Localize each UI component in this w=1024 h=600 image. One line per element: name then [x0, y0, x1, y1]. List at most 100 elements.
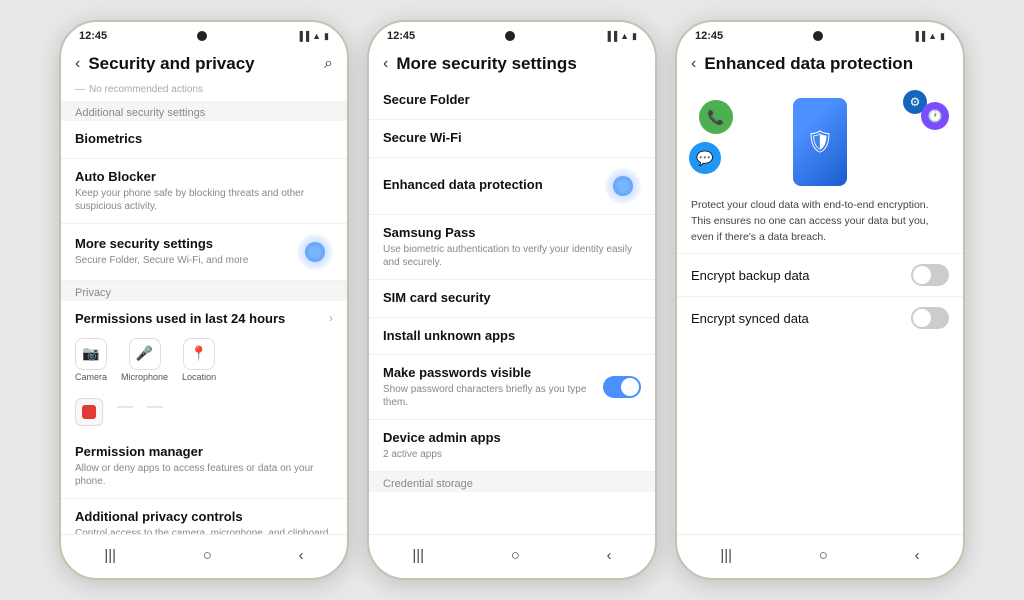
phone-3: 12:45 ▐▐ ▲ ▮ ‹ Enhanced data protection … — [675, 20, 965, 580]
phone-2: 12:45 ▐▐ ▲ ▮ ‹ More security settings Se… — [367, 20, 657, 580]
install-unknown-item[interactable]: Install unknown apps — [369, 318, 655, 356]
auto-blocker-item[interactable]: Auto Blocker Keep your phone safe by blo… — [61, 159, 347, 224]
page-title: Enhanced data protection — [704, 54, 949, 74]
passwords-visible-sub: Show password characters briefly as you … — [383, 383, 603, 409]
encrypt-backup-label: Encrypt backup data — [691, 268, 810, 283]
device-admin-title: Device admin apps — [383, 430, 641, 447]
mic-icon: 🎤 — [129, 338, 161, 370]
phone-2-header: ‹ More security settings — [369, 44, 655, 82]
perm-count-red — [75, 398, 103, 426]
encrypt-synced-toggle[interactable] — [911, 307, 949, 329]
samsung-pass-sub: Use biometric authentication to verify y… — [383, 243, 641, 269]
wifi-icon: ▲ — [928, 31, 937, 41]
phone-2-screen: ‹ More security settings Secure Folder S… — [369, 44, 655, 534]
wifi-icon: ▲ — [620, 31, 629, 41]
description-text: Protect your cloud data with end-to-end … — [677, 194, 963, 253]
device-admin-item[interactable]: Device admin apps 2 active apps — [369, 420, 655, 472]
perm-manager-sub: Allow or deny apps to access features or… — [75, 462, 333, 488]
auto-blocker-sub: Keep your phone safe by blocking threats… — [75, 187, 333, 213]
auto-blocker-title: Auto Blocker — [75, 169, 333, 186]
phone-2-time: 12:45 — [387, 30, 415, 42]
back-button[interactable]: ‹ — [75, 55, 80, 73]
secure-folder-item[interactable]: Secure Folder — [369, 82, 655, 120]
permission-manager-item[interactable]: Permission manager Allow or deny apps to… — [61, 434, 347, 499]
section-additional-security: Additional security settings — [61, 101, 347, 121]
location-label: Location — [182, 372, 216, 382]
phone-illustration: 🛡 — [793, 98, 847, 186]
perm-location-item: 📍 Location — [182, 338, 216, 382]
phone-1-time: 12:45 — [79, 30, 107, 42]
phone-1-bottom-nav: ||| ○ ‹ — [61, 534, 347, 578]
phone-2-notch — [505, 31, 515, 41]
camera-label: Camera — [75, 372, 107, 382]
phone-1: 12:45 ▐▐ ▲ ▮ ‹ Security and privacy ⌕ — … — [59, 20, 349, 580]
nav-home-button[interactable]: ○ — [807, 543, 840, 568]
back-button[interactable]: ‹ — [383, 55, 388, 73]
phone-3-bottom-nav: ||| ○ ‹ — [677, 534, 963, 578]
phone-3-status-icons: ▐▐ ▲ ▮ — [912, 31, 945, 42]
clock-bubble: 🕐 — [921, 102, 949, 130]
toggle-knob — [621, 378, 639, 396]
nav-back-button[interactable]: ‹ — [903, 543, 932, 568]
perm-mic-item: 🎤 Microphone — [121, 338, 168, 382]
permissions-header[interactable]: Permissions used in last 24 hours › — [61, 301, 347, 330]
perm-manager-title: Permission manager — [75, 444, 333, 461]
phone-2-bottom-nav: ||| ○ ‹ — [369, 534, 655, 578]
secure-wifi-title: Secure Wi-Fi — [383, 130, 641, 147]
shield-icon: 🛡 — [806, 129, 834, 155]
section-privacy: Privacy — [61, 281, 347, 301]
search-icon[interactable]: ⌕ — [324, 55, 333, 73]
encrypt-synced-row[interactable]: Encrypt synced data — [677, 296, 963, 339]
more-security-title: More security settings — [75, 236, 297, 253]
mic-label: Microphone — [121, 372, 168, 382]
encrypt-backup-row[interactable]: Encrypt backup data — [677, 253, 963, 296]
perm-icons-row: 📷 Camera 🎤 Microphone 📍 Location — [61, 330, 347, 390]
nav-lines-button[interactable]: ||| — [92, 543, 128, 568]
perm-camera-item: 📷 Camera — [75, 338, 107, 382]
nav-home-button[interactable]: ○ — [499, 543, 532, 568]
signal-icon: ▐▐ — [296, 31, 309, 41]
toggle-knob — [913, 266, 931, 284]
back-button[interactable]: ‹ — [691, 55, 696, 73]
red-dot — [82, 405, 96, 419]
page-title: More security settings — [396, 54, 641, 74]
encrypt-backup-toggle[interactable] — [911, 264, 949, 286]
install-unknown-title: Install unknown apps — [383, 328, 641, 345]
credential-storage-section: Credential storage — [369, 472, 655, 492]
red-app-icon — [75, 398, 103, 426]
phone-1-notch — [197, 31, 207, 41]
more-security-sub: Secure Folder, Secure Wi-Fi, and more — [75, 254, 297, 267]
add-privacy-sub: Control access to the camera, microphone… — [75, 527, 333, 534]
nav-lines-button[interactable]: ||| — [400, 543, 436, 568]
passwords-visible-item[interactable]: Make passwords visible Show password cha… — [369, 355, 655, 420]
toggle-indicator — [613, 176, 633, 196]
nav-home-button[interactable]: ○ — [191, 543, 224, 568]
chevron-right-icon: › — [329, 311, 333, 325]
biometrics-item[interactable]: Biometrics — [61, 121, 347, 159]
toggle-indicator — [305, 242, 325, 262]
phone-2-status-icons: ▐▐ ▲ ▮ — [604, 31, 637, 42]
perm-counts-row: — — — [61, 390, 347, 434]
add-privacy-title: Additional privacy controls — [75, 509, 333, 526]
additional-privacy-item[interactable]: Additional privacy controls Control acce… — [61, 499, 347, 534]
secure-folder-title: Secure Folder — [383, 92, 641, 109]
nav-back-button[interactable]: ‹ — [595, 543, 624, 568]
samsung-pass-item[interactable]: Samsung Pass Use biometric authenticatio… — [369, 215, 655, 280]
battery-icon: ▮ — [324, 31, 329, 42]
biometrics-title: Biometrics — [75, 131, 333, 148]
signal-icon: ▐▐ — [912, 31, 925, 41]
sim-security-title: SIM card security — [383, 290, 641, 307]
secure-wifi-item[interactable]: Secure Wi-Fi — [369, 120, 655, 158]
perm-dash-2: — — [147, 398, 163, 426]
nav-back-button[interactable]: ‹ — [287, 543, 316, 568]
phone-3-time: 12:45 — [695, 30, 723, 42]
perm-title: Permissions used in last 24 hours — [75, 311, 285, 326]
battery-icon: ▮ — [632, 31, 637, 42]
more-security-item[interactable]: More security settings Secure Folder, Se… — [61, 224, 347, 281]
enhanced-protection-item[interactable]: Enhanced data protection — [369, 158, 655, 215]
signal-icon: ▐▐ — [604, 31, 617, 41]
nav-lines-button[interactable]: ||| — [708, 543, 744, 568]
sim-security-item[interactable]: SIM card security — [369, 280, 655, 318]
device-admin-sub: 2 active apps — [383, 448, 641, 461]
passwords-toggle[interactable] — [603, 376, 641, 398]
